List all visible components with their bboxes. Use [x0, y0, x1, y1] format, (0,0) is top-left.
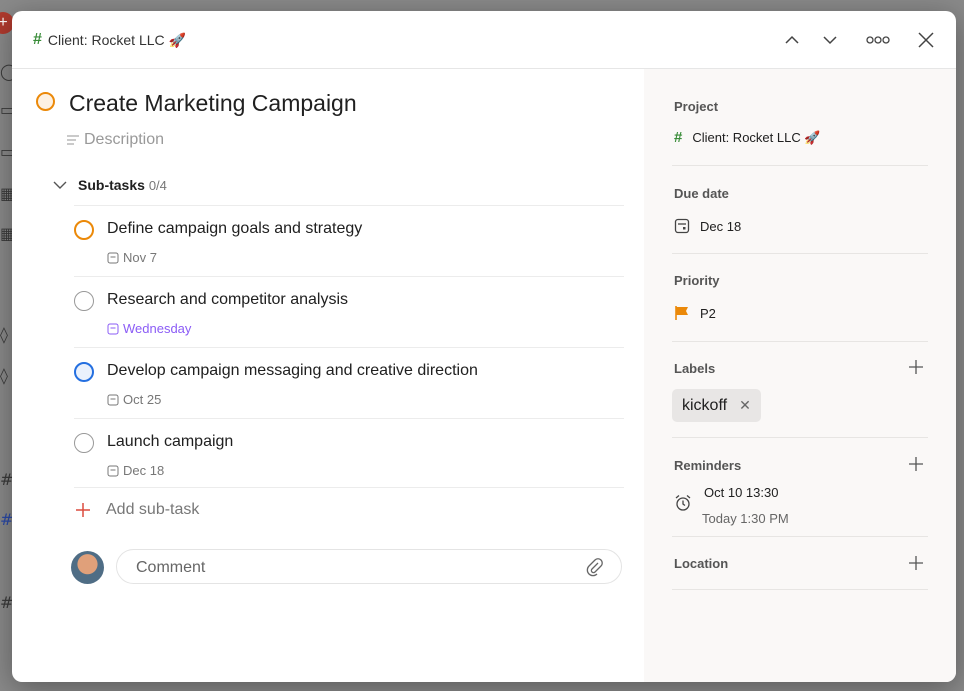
plus-icon [909, 556, 923, 570]
add-subtask-label: Add sub-task [106, 501, 200, 518]
reminder-item[interactable]: Oct 10 13:30 [674, 485, 778, 512]
plus-icon [76, 503, 90, 517]
location-label: Location [674, 556, 729, 571]
alarm-clock-icon [675, 495, 691, 511]
task-main-pane: Create Marketing Campaign Description Su… [12, 69, 644, 682]
project-label: Project [674, 99, 719, 114]
plus-icon [909, 457, 923, 471]
subtask-checkbox[interactable] [74, 291, 94, 311]
chevron-down-icon [823, 36, 837, 45]
label-chip-text: kickoff [682, 396, 728, 414]
project-breadcrumb[interactable]: # Client: Rocket LLC 🚀 [33, 31, 186, 49]
priority-selector[interactable]: P2 [674, 305, 716, 321]
divider [672, 437, 928, 438]
project-value: Client: Rocket LLC 🚀 [692, 129, 821, 145]
add-subtask-button[interactable]: Add sub-task [74, 487, 624, 532]
description-icon [67, 135, 79, 145]
avatar [71, 551, 104, 584]
subtask-checkbox[interactable] [74, 220, 94, 240]
priority-label: Priority [674, 273, 720, 288]
comment-placeholder: Comment [136, 559, 206, 576]
calendar-icon [107, 394, 119, 405]
modal-header: # Client: Rocket LLC 🚀 [12, 11, 956, 69]
subtasks-toggle[interactable]: Sub-tasks 0/4 [52, 177, 167, 193]
task-title[interactable]: Create Marketing Campaign [69, 90, 357, 117]
divider [672, 253, 928, 254]
add-label-button[interactable] [906, 357, 926, 377]
labels-label: Labels [674, 361, 716, 376]
chevron-up-icon [785, 35, 799, 44]
due-date-label: Due date [674, 186, 729, 201]
divider [672, 341, 928, 342]
divider [672, 536, 928, 537]
reminder-time: Oct 10 13:30 [704, 485, 779, 500]
drop-icon: ◊ [0, 325, 8, 344]
subtask-checkbox[interactable] [74, 362, 94, 382]
close-button[interactable] [912, 26, 940, 54]
due-date-value: Dec 18 [700, 218, 742, 234]
remove-label-icon[interactable]: ✕ [739, 397, 751, 414]
divider [672, 589, 928, 590]
attach-button[interactable] [585, 557, 605, 582]
subtask-due-date[interactable]: Nov 7 [107, 250, 157, 265]
calendar-icon [107, 252, 119, 263]
chevron-down-icon [53, 181, 67, 189]
calendar-icon [674, 218, 690, 234]
task-sidebar: Project # Client: Rocket LLC 🚀 Due date … [644, 69, 956, 682]
project-selector[interactable]: # Client: Rocket LLC 🚀 [674, 129, 821, 146]
add-location-button[interactable] [906, 553, 926, 573]
task-complete-checkbox[interactable] [36, 92, 55, 111]
subtask-title[interactable]: Define campaign goals and strategy [107, 220, 362, 238]
subtask-due-date[interactable]: Oct 25 [107, 392, 161, 407]
description-field[interactable]: Description [66, 131, 164, 149]
previous-task-button[interactable] [778, 26, 806, 54]
subtask-title[interactable]: Launch campaign [107, 433, 233, 451]
project-hash-icon: # [674, 129, 683, 146]
subtask-due-date[interactable]: Dec 18 [107, 463, 164, 478]
subtask-title[interactable]: Develop campaign messaging and creative … [107, 362, 478, 380]
calendar-icon [107, 465, 119, 476]
flag-icon [675, 306, 688, 320]
comment-input[interactable]: Comment [116, 549, 622, 584]
next-task-button[interactable] [816, 26, 844, 54]
paperclip-icon [586, 558, 603, 577]
divider [672, 165, 928, 166]
priority-value: P2 [700, 305, 716, 321]
description-placeholder: Description [84, 131, 165, 148]
more-actions-button[interactable] [864, 26, 892, 54]
plus-icon [909, 360, 923, 374]
subtasks-count: 0/4 [148, 178, 167, 193]
project-breadcrumb-label: Client: Rocket LLC 🚀 [47, 31, 186, 48]
calendar-icon [107, 323, 119, 334]
label-chip[interactable]: kickoff ✕ [672, 389, 761, 422]
subtask-due-date[interactable]: Wednesday [107, 321, 191, 336]
task-detail-modal: # Client: Rocket LLC 🚀 Create Marketing … [12, 11, 956, 682]
subtask-row[interactable]: Develop campaign messaging and creative … [74, 347, 624, 418]
more-icon [866, 36, 890, 44]
subtasks-label: Sub-tasks [78, 177, 145, 193]
subtask-row[interactable]: Launch campaign Dec 18 [74, 418, 624, 489]
subtask-title[interactable]: Research and competitor analysis [107, 291, 348, 309]
subtask-row[interactable]: Define campaign goals and strategy Nov 7 [74, 205, 624, 276]
reminder-relative-time: Today 1:30 PM [702, 511, 789, 526]
subtask-list: Define campaign goals and strategy Nov 7… [74, 205, 624, 489]
subtask-checkbox[interactable] [74, 433, 94, 453]
due-date-selector[interactable]: Dec 18 [674, 218, 741, 234]
add-reminder-button[interactable] [906, 454, 926, 474]
drop-icon: ◊ [0, 366, 8, 385]
subtask-row[interactable]: Research and competitor analysis Wednesd… [74, 276, 624, 347]
project-hash-icon: # [33, 31, 42, 48]
reminders-label: Reminders [674, 458, 742, 473]
close-icon [918, 32, 934, 48]
